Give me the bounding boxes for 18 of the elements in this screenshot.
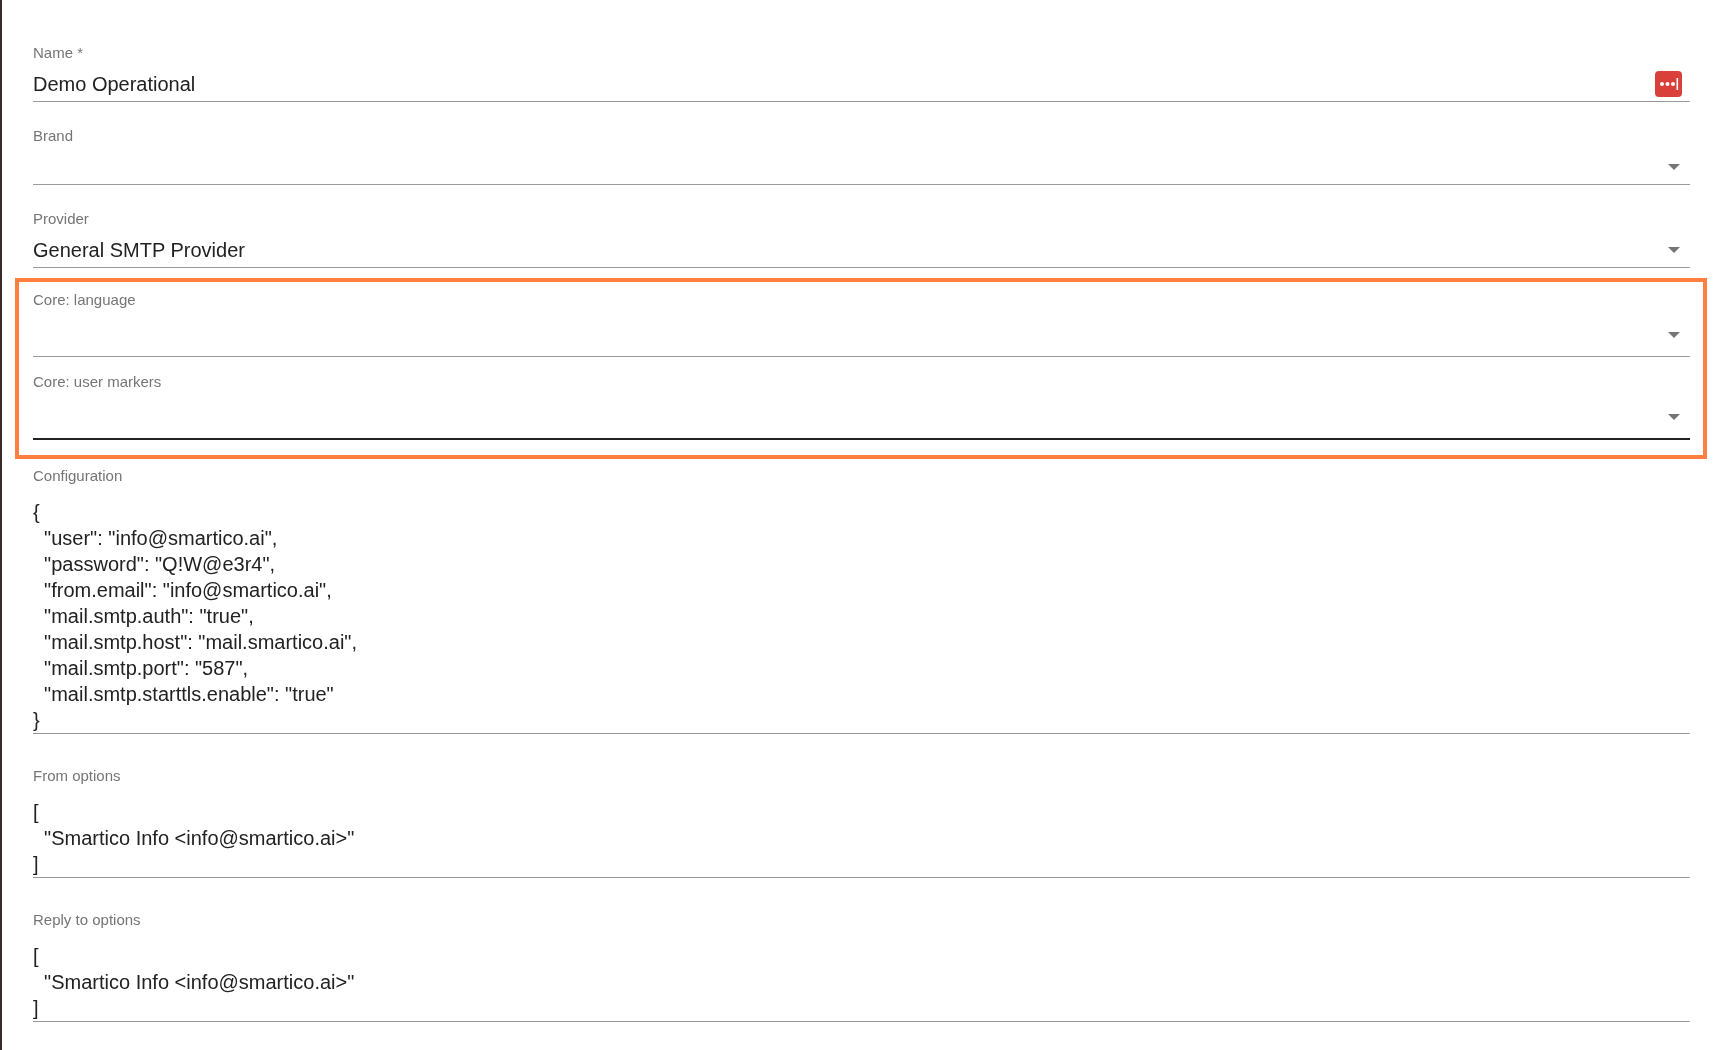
field-label: Brand xyxy=(33,126,75,146)
field-label: Provider xyxy=(33,209,90,229)
caret-icon xyxy=(1668,332,1680,338)
text-area[interactable]: [ "Smartico Info <info@smartico.ai>" ] xyxy=(33,943,1690,1022)
field-label: Configuration xyxy=(33,466,124,486)
caret-icon xyxy=(1668,164,1680,170)
text-area[interactable]: { "user": "info@smartico.ai", "password": "Q!W@e3r4", "from.email": "info@smartico.ai", "mail.smtp.auth": "true", "mail.smtp.host": "mail.smartico.ai", "mail.smtp.port": "587", "mail.smtp.starttls.enable": "true" } xyxy=(33,499,1690,734)
password-manager-icon[interactable] xyxy=(1655,71,1682,97)
field-label: From options xyxy=(33,766,122,786)
field-label: Core: language xyxy=(33,290,137,310)
caret-icon xyxy=(1668,414,1680,420)
caret-icon xyxy=(1668,247,1680,253)
dropdown-field[interactable]: General SMTP Provider xyxy=(33,233,1690,268)
input-field[interactable]: Demo Operational xyxy=(33,67,1690,102)
text-area[interactable]: [ "Smartico Info <info@smartico.ai>" ] xyxy=(33,799,1690,878)
field-label: Name * xyxy=(33,43,85,63)
field-label: Reply to options xyxy=(33,910,142,930)
field-label: Core: user markers xyxy=(33,372,163,392)
